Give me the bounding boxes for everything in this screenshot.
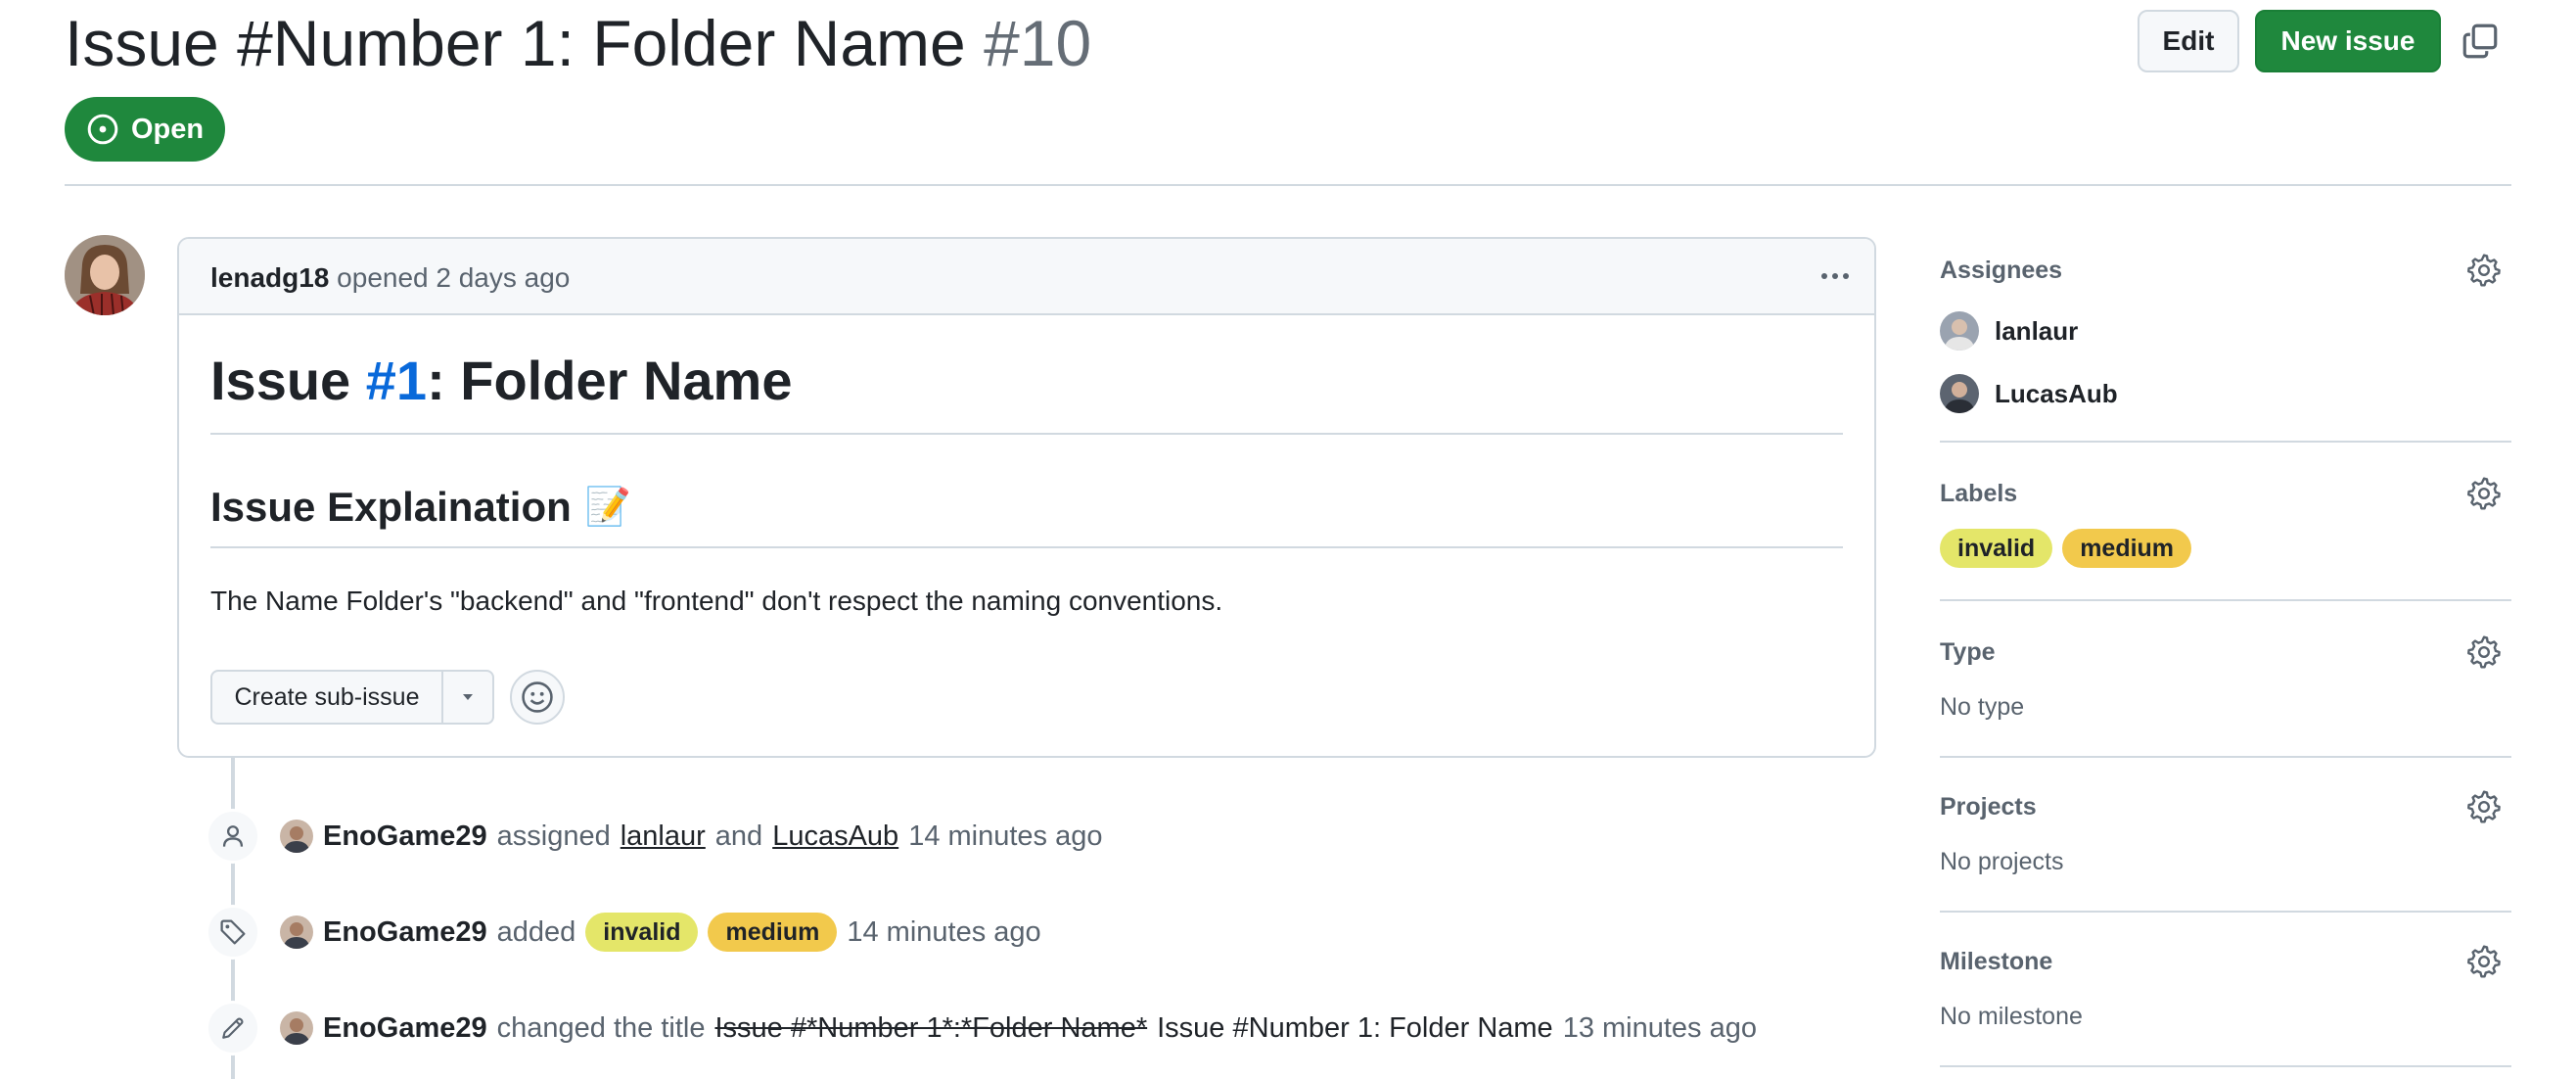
gear-icon[interactable]	[2466, 634, 2502, 670]
triangle-down-icon[interactable]	[443, 672, 492, 723]
gear-icon[interactable]	[2466, 476, 2502, 511]
assigned-user-link[interactable]: lanlaur	[621, 821, 706, 853]
issue-state-badge: Open	[65, 97, 225, 162]
event-conjunction: and	[714, 820, 763, 852]
heading-1-suffix: : Folder Name	[427, 350, 793, 411]
old-title: Issue #*Number 1*:*Folder Name*	[714, 1011, 1148, 1044]
sidebar-divider	[1940, 911, 2511, 913]
assignee-item[interactable]: lanlaur	[1940, 311, 2078, 351]
label-invalid[interactable]: invalid	[1940, 529, 2053, 568]
smiley-icon[interactable]	[510, 670, 565, 725]
body-heading-1: Issue #1: Folder Name	[210, 347, 792, 415]
event-time[interactable]: 14 minutes ago	[908, 821, 1102, 853]
issue-number: #10	[984, 7, 1092, 79]
label-medium[interactable]: medium	[2062, 529, 2192, 568]
timeline-renamed-event: EnoGame29 changed the title Issue #*Numb…	[280, 1009, 1757, 1048]
event-verb: changed the title	[496, 1011, 706, 1044]
label-invalid[interactable]: invalid	[585, 913, 699, 952]
type-value: No type	[1940, 693, 2025, 721]
assignee-name[interactable]: LucasAub	[1995, 379, 2118, 409]
comment-header: lenadg18 opened 2 days ago	[179, 239, 1874, 315]
avatar[interactable]	[280, 915, 313, 949]
event-verb: added	[496, 915, 576, 948]
issue-ref-link[interactable]: #1	[366, 350, 427, 411]
copy-icon[interactable]	[2462, 23, 2498, 59]
create-sub-issue-label[interactable]: Create sub-issue	[212, 672, 443, 723]
issue-title-text: Issue #Number 1: Folder Name	[65, 7, 966, 79]
create-sub-issue-button[interactable]: Create sub-issue	[210, 670, 494, 725]
projects-value: No projects	[1940, 848, 2064, 875]
event-actor[interactable]: EnoGame29	[323, 1012, 487, 1045]
timeline-assigned-event: EnoGame29 assigned lanlaur and LucasAub …	[280, 817, 1103, 856]
labels-heading: Labels	[1940, 480, 2018, 507]
header-divider	[65, 184, 2511, 186]
pencil-icon	[206, 1001, 260, 1056]
avatar[interactable]	[1940, 374, 1979, 413]
type-heading: Type	[1940, 638, 1996, 666]
issue-body-comment: lenadg18 opened 2 days ago Issue #1: Fol…	[177, 237, 1876, 758]
edit-button[interactable]: Edit	[2138, 10, 2239, 72]
milestone-heading: Milestone	[1940, 948, 2053, 975]
new-title: Issue #Number 1: Folder Name	[1157, 1011, 1553, 1044]
event-time[interactable]: 14 minutes ago	[847, 916, 1040, 949]
body-heading-2: Issue Explaination 📝	[210, 482, 631, 533]
event-actor[interactable]: EnoGame29	[323, 821, 487, 853]
sidebar-labels: invalid medium	[1940, 529, 2192, 568]
person-icon	[206, 809, 260, 864]
comment-meta[interactable]: opened 2 days ago	[337, 262, 570, 293]
assignees-heading: Assignees	[1940, 257, 2063, 284]
memo-emoji: 📝	[584, 487, 632, 528]
assignee-name[interactable]: lanlaur	[1995, 316, 2078, 347]
issue-state-label: Open	[130, 113, 205, 145]
author-avatar[interactable]	[65, 235, 145, 315]
avatar[interactable]	[280, 1011, 313, 1045]
assignee-item[interactable]: LucasAub	[1940, 374, 2118, 413]
event-verb: assigned	[496, 820, 611, 852]
heading-divider	[210, 546, 1843, 548]
gear-icon[interactable]	[2466, 789, 2502, 824]
assigned-user-link[interactable]: LucasAub	[772, 821, 898, 853]
heading-2-text: Issue Explaination	[210, 484, 572, 530]
sidebar-divider	[1940, 441, 2511, 443]
sidebar-divider	[1940, 1065, 2511, 1067]
heading-divider	[210, 433, 1843, 435]
tag-icon	[206, 905, 260, 960]
label-medium[interactable]: medium	[708, 913, 838, 952]
new-issue-button[interactable]: New issue	[2255, 10, 2441, 72]
projects-heading: Projects	[1940, 793, 2037, 821]
milestone-value: No milestone	[1940, 1003, 2083, 1030]
heading-1-prefix: Issue	[210, 350, 366, 411]
event-time[interactable]: 13 minutes ago	[1563, 1012, 1757, 1045]
avatar[interactable]	[1940, 311, 1979, 351]
body-paragraph: The Name Folder's "backend" and "fronten…	[210, 586, 1223, 616]
issue-open-icon	[87, 114, 118, 145]
issue-title: Issue #Number 1: Folder Name #10	[65, 2, 1091, 84]
sidebar-divider	[1940, 756, 2511, 758]
kebab-menu-icon[interactable]	[1816, 257, 1855, 296]
comment-author[interactable]: lenadg18	[210, 262, 329, 293]
avatar[interactable]	[280, 820, 313, 853]
gear-icon[interactable]	[2466, 253, 2502, 288]
event-actor[interactable]: EnoGame29	[323, 916, 487, 949]
sidebar-divider	[1940, 599, 2511, 601]
timeline-labeled-event: EnoGame29 added invalid medium 14 minute…	[280, 913, 1041, 952]
gear-icon[interactable]	[2466, 944, 2502, 979]
